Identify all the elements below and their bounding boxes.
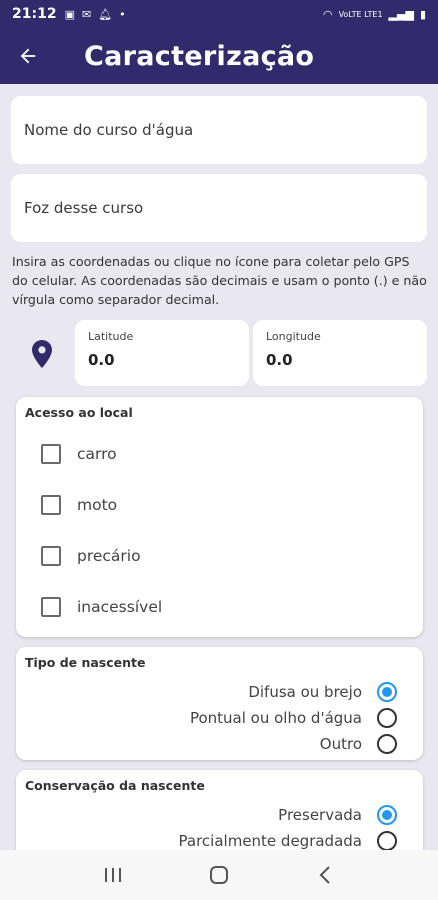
access-option-carro[interactable]: carro <box>41 444 117 464</box>
access-option-inacessivel[interactable]: inacessível <box>41 597 162 617</box>
recent-apps-icon <box>105 868 121 882</box>
home-icon <box>210 866 228 884</box>
access-option-precario[interactable]: precário <box>41 546 141 566</box>
mail-notification-icon: ✉ <box>81 7 92 21</box>
signal-icon: ▂▄▆ <box>388 7 414 21</box>
back-button[interactable] <box>0 28 56 84</box>
radio-button[interactable] <box>377 831 397 850</box>
latitude-value: 0.0 <box>88 351 115 369</box>
checkbox[interactable] <box>41 597 61 617</box>
mouth-field[interactable]: Foz desse curso <box>11 174 427 242</box>
form-content[interactable]: Nome do curso d'água Foz desse curso Ins… <box>0 84 438 850</box>
radio-label: Pontual ou olho d'água <box>189 709 362 727</box>
access-option-label: carro <box>77 445 117 463</box>
mouth-placeholder: Foz desse curso <box>24 199 144 217</box>
coordinates-info-text: Insira as coordenadas ou clique no ícone… <box>12 254 427 307</box>
home-button[interactable] <box>199 855 239 895</box>
radio-label: Parcialmente degradada <box>178 832 362 850</box>
river-name-field[interactable]: Nome do curso d'água <box>11 96 427 164</box>
battery-icon: ▮ <box>419 7 426 21</box>
radio-button[interactable] <box>377 682 397 702</box>
access-title: Acesso ao local <box>25 405 133 420</box>
longitude-value: 0.0 <box>266 351 293 369</box>
bell-notification-icon: 🔔︎ <box>98 7 113 21</box>
spring-type-option-pontual[interactable]: Pontual ou olho d'água <box>190 708 397 728</box>
river-name-placeholder: Nome do curso d'água <box>24 121 194 139</box>
page-title: Caracterização <box>84 40 315 72</box>
latitude-label: Latitude <box>88 330 134 343</box>
checkbox[interactable] <box>41 444 61 464</box>
radio-button[interactable] <box>377 805 397 825</box>
radio-label: Preservada <box>278 806 362 824</box>
checkbox[interactable] <box>41 546 61 566</box>
access-section: Acesso ao local carro moto precário inac… <box>16 397 423 637</box>
conservation-title: Conservação da nascente <box>25 778 205 793</box>
wifi-icon: ◠ <box>322 7 333 21</box>
recent-apps-button[interactable] <box>93 855 133 895</box>
conservation-section: Conservação da nascente Preservada Parci… <box>16 770 423 850</box>
status-time: 21:12 <box>12 6 57 22</box>
conservation-option-preservada[interactable]: Preservada <box>278 805 397 825</box>
checkbox[interactable] <box>41 495 61 515</box>
status-bar: 21:12 ▣ ✉ 🔔︎ • ◠ VoLTE LTE1 ▂▄▆ ▮ <box>0 0 438 28</box>
radio-label: Outro <box>319 735 362 753</box>
image-notification-icon: ▣ <box>64 7 75 21</box>
radio-label: Difusa ou brejo <box>248 683 362 701</box>
system-nav-bar <box>0 850 438 900</box>
network-label: VoLTE LTE1 <box>338 9 383 19</box>
longitude-label: Longitude <box>266 330 321 343</box>
radio-button[interactable] <box>377 708 397 728</box>
conservation-option-parcialmente[interactable]: Parcialmente degradada <box>179 831 397 850</box>
system-back-button[interactable] <box>305 855 345 895</box>
spring-type-option-outro[interactable]: Outro <box>320 734 397 754</box>
spring-type-section: Tipo de nascente Difusa ou brejo Pontual… <box>16 647 423 760</box>
access-option-label: precário <box>77 547 141 565</box>
latitude-field[interactable]: Latitude 0.0 <box>75 320 249 386</box>
radio-button[interactable] <box>377 734 397 754</box>
status-right: ◠ VoLTE LTE1 ▂▄▆ ▮ <box>323 8 426 21</box>
access-option-moto[interactable]: moto <box>41 495 117 515</box>
access-option-label: inacessível <box>77 598 163 616</box>
location-pin-icon[interactable] <box>30 339 54 369</box>
spring-type-option-difusa[interactable]: Difusa ou brejo <box>248 682 397 702</box>
access-option-label: moto <box>77 496 118 514</box>
arrow-left-icon <box>20 48 36 64</box>
spring-type-title: Tipo de nascente <box>25 655 146 670</box>
dot-icon: • <box>119 7 126 21</box>
longitude-field[interactable]: Longitude 0.0 <box>253 320 427 386</box>
app-bar: Caracterização <box>0 28 438 84</box>
chevron-left-icon <box>319 866 330 884</box>
